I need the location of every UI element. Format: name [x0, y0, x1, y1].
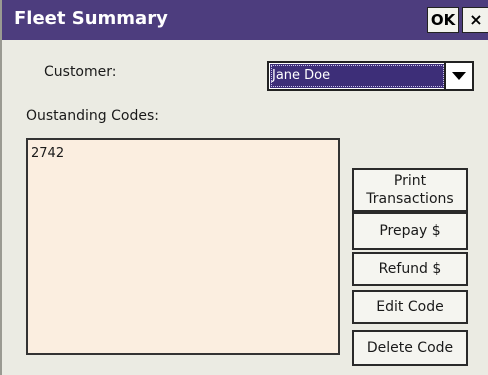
window-title: Fleet Summary — [14, 8, 168, 29]
customer-label: Customer: — [44, 64, 117, 80]
title-bar: Fleet Summary OK × — [2, 0, 488, 40]
list-item[interactable]: 2742 — [31, 146, 64, 161]
customer-dropdown[interactable]: Jane Doe — [267, 61, 474, 91]
delete-code-button[interactable]: Delete Code — [352, 330, 468, 366]
print-button-label-line2: Transactions — [366, 191, 454, 207]
refund-button[interactable]: Refund $ — [352, 252, 468, 286]
print-transactions-button[interactable]: Print Transactions — [352, 168, 468, 212]
prepay-button[interactable]: Prepay $ — [352, 212, 468, 250]
customer-selected-value[interactable]: Jane Doe — [270, 64, 445, 88]
print-button-label-line1: Print — [393, 173, 427, 189]
close-button[interactable]: × — [462, 7, 488, 33]
edit-code-button[interactable]: Edit Code — [352, 290, 468, 324]
outstanding-codes-label: Oustanding Codes: — [26, 108, 159, 124]
ok-button[interactable]: OK — [427, 7, 459, 33]
chevron-down-icon[interactable] — [444, 63, 472, 89]
outstanding-codes-list[interactable]: 2742 — [26, 138, 340, 355]
fleet-summary-window: Fleet Summary OK × Customer: Jane Doe Ou… — [0, 0, 488, 375]
